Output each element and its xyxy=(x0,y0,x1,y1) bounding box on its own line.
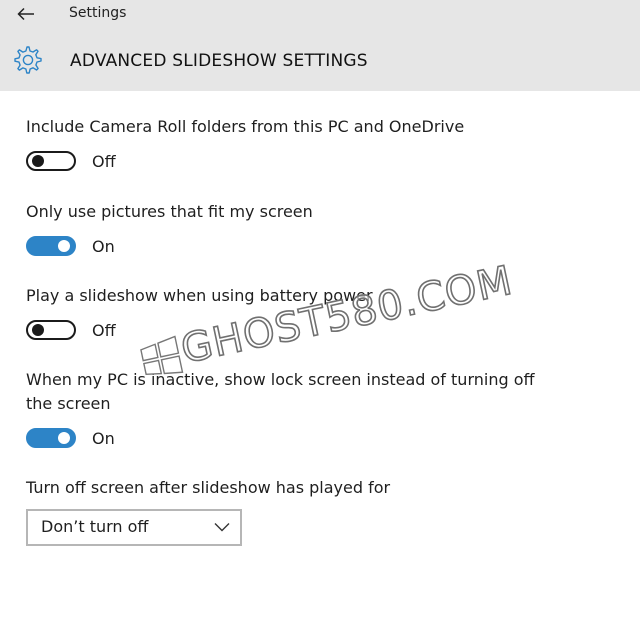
setting-battery-slideshow: Play a slideshow when using battery powe… xyxy=(26,284,616,342)
settings-window: Settings ADVANCED SLIDESHOW SETTINGS Inc… xyxy=(0,0,640,640)
setting-label: When my PC is inactive, show lock screen… xyxy=(26,370,535,413)
battery-slideshow-toggle[interactable] xyxy=(26,320,76,340)
toggle-row: Off xyxy=(26,318,616,342)
toggle-state-label: Off xyxy=(92,151,116,171)
page-title: ADVANCED SLIDESHOW SETTINGS xyxy=(70,51,368,71)
toggle-knob xyxy=(32,155,44,167)
setting-label: Play a slideshow when using battery powe… xyxy=(26,286,373,305)
setting-turn-off-screen: Turn off screen after slideshow has play… xyxy=(26,476,616,500)
toggle-state-label: Off xyxy=(92,320,116,340)
toggle-knob xyxy=(58,432,70,444)
fit-screen-toggle[interactable] xyxy=(26,236,76,256)
back-arrow-icon xyxy=(17,7,34,21)
setting-label: Include Camera Roll folders from this PC… xyxy=(26,117,465,136)
camera-roll-toggle[interactable] xyxy=(26,151,76,171)
header-bar: Settings ADVANCED SLIDESHOW SETTINGS xyxy=(0,0,640,91)
dropdown-selected-value: Don’t turn off xyxy=(41,517,149,536)
toggle-row: On xyxy=(26,234,616,258)
setting-lock-screen: When my PC is inactive, show lock screen… xyxy=(26,368,546,450)
turn-off-dropdown[interactable]: Don’t turn off xyxy=(26,509,242,546)
back-button[interactable] xyxy=(12,2,40,26)
setting-camera-roll: Include Camera Roll folders from this PC… xyxy=(26,115,616,173)
setting-label: Turn off screen after slideshow has play… xyxy=(26,478,391,497)
toggle-knob xyxy=(58,240,70,252)
chevron-down-icon xyxy=(214,523,230,532)
toggle-state-label: On xyxy=(92,236,115,256)
gear-icon xyxy=(14,46,42,74)
toggle-row: On xyxy=(26,426,546,450)
toggle-row: Off xyxy=(26,149,616,173)
toggle-knob xyxy=(32,324,44,336)
lock-screen-toggle[interactable] xyxy=(26,428,76,448)
window-title: Settings xyxy=(69,5,127,21)
setting-fit-screen: Only use pictures that fit my screen On xyxy=(26,200,616,258)
setting-label: Only use pictures that fit my screen xyxy=(26,202,313,221)
toggle-state-label: On xyxy=(92,428,115,448)
